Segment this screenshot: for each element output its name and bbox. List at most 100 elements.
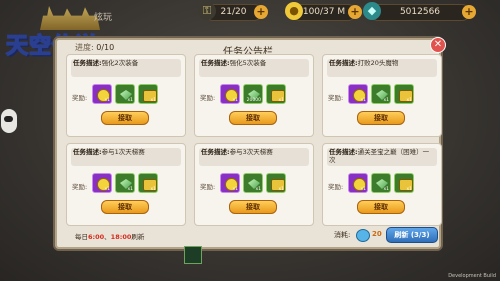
desc-label: 任务描述:: [73, 59, 102, 67]
task-card: 任务描述:参与3次天梯赛奖励: x1 x1 x1 接取: [194, 143, 314, 226]
castle-icon: [40, 6, 100, 30]
reward-item[interactable]: x1: [138, 84, 158, 104]
desc-label: 任务描述:: [73, 148, 102, 156]
task-description: 任务描述:强化2次装备: [71, 59, 181, 77]
resource-stamina-value: 21/20: [220, 7, 247, 17]
progress-value: 0/10: [96, 43, 115, 52]
reward-label: 奖励:: [72, 94, 88, 102]
reward-item[interactable]: x1: [92, 173, 112, 193]
daily-prefix: 每日: [75, 233, 88, 241]
reward-list: x1 x1 x1: [92, 84, 158, 104]
resource-stamina: ⚿ 21/20 +: [198, 2, 268, 21]
reward-item[interactable]: x1: [138, 173, 158, 193]
gem-icon: ◆: [363, 2, 381, 20]
consume-value: 20: [372, 230, 382, 238]
desc-text: 参与1次天梯赛: [101, 148, 145, 156]
resource-gold: ● 100/37 M +: [285, 2, 362, 21]
reward-count: x1: [255, 187, 261, 192]
reward-label: 奖励:: [72, 183, 88, 191]
refresh-count: (3/3): [410, 231, 430, 239]
desc-label: 任务描述:: [201, 59, 230, 67]
reward-item[interactable]: x1: [243, 173, 263, 193]
desc-text: 强化5次装备: [229, 59, 267, 67]
daily-time-1: 6:00: [88, 233, 105, 241]
reward-count: x1: [127, 98, 133, 103]
accept-task-button[interactable]: 接取: [229, 111, 277, 125]
daily-refresh-info: 每日6:00、18:00刷新: [75, 231, 144, 241]
reward-count: x1: [278, 98, 284, 103]
consume-label: 消耗:: [334, 231, 351, 239]
close-button[interactable]: ✕: [430, 37, 446, 53]
reward-list: x1 x1 x1: [348, 84, 414, 104]
reward-item[interactable]: x1: [394, 84, 414, 104]
reward-count: x1: [406, 187, 412, 192]
desc-text: 参与3次天梯赛: [229, 148, 273, 156]
reward-count: x1: [150, 187, 156, 192]
logo-subtitle: 炫玩: [94, 13, 113, 23]
reward-item[interactable]: x1: [220, 84, 240, 104]
reward-label: 奖励:: [200, 183, 216, 191]
progress-label: 进度:: [75, 43, 94, 52]
panda-icon[interactable]: [0, 108, 18, 134]
task-card: 任务描述:通关圣宝之巅（困难）一次奖励: x1 x1 x1 接取: [322, 143, 442, 226]
accept-task-button[interactable]: 接取: [101, 111, 149, 125]
reward-count: x1: [150, 98, 156, 103]
task-description: 任务描述:通关圣宝之巅（困难）一次: [327, 148, 437, 166]
reward-label: 奖励:: [328, 94, 344, 102]
reward-list: x1 x1 x1: [348, 173, 414, 193]
reward-item[interactable]: x1: [394, 173, 414, 193]
reward-count: x1: [360, 187, 366, 192]
reward-label: 奖励:: [328, 183, 344, 191]
refresh-button[interactable]: 刷新 (3/3): [386, 227, 438, 243]
reward-count: x1: [232, 98, 238, 103]
reward-item[interactable]: x1: [115, 84, 135, 104]
reward-item[interactable]: x1: [115, 173, 135, 193]
refresh-label: 刷新: [394, 231, 409, 239]
task-card: 任务描述:参与1次天梯赛奖励: x1 x1 x1 接取: [66, 143, 186, 226]
accept-task-button[interactable]: 接取: [101, 200, 149, 214]
resource-gem-value: 5012566: [399, 7, 441, 17]
resource-gem: ◆ 5012566 +: [363, 2, 476, 21]
reward-item[interactable]: x1: [220, 173, 240, 193]
accept-task-button[interactable]: 接取: [357, 200, 405, 214]
gold-coin-icon: ●: [285, 2, 303, 20]
task-description: 任务描述:强化5次装备: [199, 59, 309, 77]
reward-item[interactable]: x1: [371, 84, 391, 104]
reward-count: x1: [232, 187, 238, 192]
reward-item[interactable]: 20000: [243, 84, 263, 104]
desc-label: 任务描述:: [329, 59, 358, 67]
skill-icon[interactable]: [184, 246, 202, 264]
reward-count: x1: [383, 187, 389, 192]
reward-item[interactable]: x1: [266, 84, 286, 104]
desc-text: 打败20头魔物: [357, 59, 399, 67]
reward-count: x1: [383, 98, 389, 103]
desc-label: 任务描述:: [201, 148, 230, 156]
daily-suffix: 刷新: [131, 233, 145, 241]
reward-label: 奖励:: [200, 94, 216, 102]
reward-count: x1: [127, 187, 133, 192]
task-description: 任务描述:参与1次天梯赛: [71, 148, 181, 166]
reward-count: 20000: [246, 98, 261, 103]
accept-task-button[interactable]: 接取: [229, 200, 277, 214]
reward-count: x1: [104, 187, 110, 192]
reward-count: x1: [360, 98, 366, 103]
reward-item[interactable]: x1: [348, 173, 368, 193]
reward-count: x1: [278, 187, 284, 192]
reward-list: x1 x1 x1: [220, 173, 286, 193]
reward-item[interactable]: x1: [348, 84, 368, 104]
task-card: 任务描述:强化2次装备奖励: x1 x1 x1 接取: [66, 54, 186, 137]
task-description: 任务描述:打败20头魔物: [327, 59, 437, 77]
add-gem-button[interactable]: +: [462, 5, 476, 19]
dev-build-label: Development Build: [448, 273, 496, 279]
add-stamina-button[interactable]: +: [254, 5, 268, 19]
gem-icon: [356, 229, 370, 242]
resource-gold-value: 100/37 M: [302, 7, 346, 17]
reward-item[interactable]: x1: [266, 173, 286, 193]
reward-item[interactable]: x1: [92, 84, 112, 104]
accept-task-button[interactable]: 接取: [357, 111, 405, 125]
task-progress: 进度: 0/10: [75, 42, 114, 53]
task-description: 任务描述:参与3次天梯赛: [199, 148, 309, 166]
add-gold-button[interactable]: +: [348, 5, 362, 19]
reward-list: x1 x1 x1: [92, 173, 158, 193]
reward-item[interactable]: x1: [371, 173, 391, 193]
